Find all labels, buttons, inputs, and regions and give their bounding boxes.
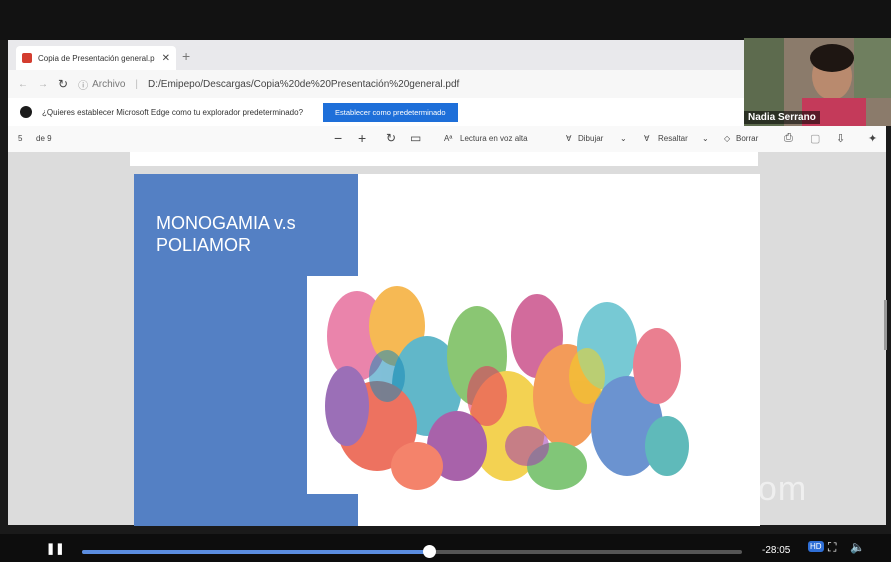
edge-icon: [20, 106, 32, 118]
previous-page-edge: [130, 152, 758, 166]
colorful-figures-illustration: [325, 286, 689, 490]
print-icon[interactable]: ⎙: [784, 132, 793, 145]
address-separator: |: [135, 78, 139, 90]
refresh-icon[interactable]: ↻: [58, 77, 68, 91]
slide-title-line1: MONOGAMIA v.s: [156, 213, 296, 233]
read-aloud-button[interactable]: Lectura en voz alta: [460, 134, 528, 143]
slide-title-line2: POLIAMOR: [156, 235, 252, 255]
fit-page-icon[interactable]: ▭: [410, 131, 421, 145]
infobar-message: ¿Quieres establecer Microsoft Edge como …: [42, 107, 304, 117]
erase-button[interactable]: Borrar: [736, 134, 758, 143]
scrollbar-thumb[interactable]: [884, 300, 887, 350]
set-default-button[interactable]: Establecer como predeterminado: [323, 102, 458, 122]
browser-tab-bar: Copia de Presentación general.p ✕ +: [8, 40, 748, 70]
draw-dropdown-icon[interactable]: ⌄: [620, 134, 627, 143]
zoom-watermark: zoom: [720, 470, 808, 508]
draw-button[interactable]: Dibujar: [578, 134, 603, 143]
time-remaining: -28:05: [762, 545, 791, 556]
page-number-input[interactable]: 5: [18, 134, 22, 143]
progress-bar[interactable]: [82, 545, 742, 558]
top-dark-bar: [0, 0, 891, 40]
address-label: Archivo: [92, 78, 126, 90]
slide-title: MONOGAMIA v.s POLIAMOR: [156, 212, 346, 256]
rotate-icon[interactable]: ↻: [386, 131, 396, 145]
tab-title: Copia de Presentación general.p: [38, 53, 155, 63]
volume-icon[interactable]: 🔈: [850, 540, 865, 554]
pin-icon[interactable]: ✦: [868, 132, 877, 145]
default-browser-infobar: ¿Quieres establecer Microsoft Edge como …: [8, 98, 748, 127]
pdf-icon: [22, 53, 32, 63]
participant-name: Nadia Serrano: [744, 111, 820, 124]
zoom-in-icon[interactable]: +: [358, 130, 366, 146]
address-bar: ← → ↻ ⓘ Archivo | D:/Emipepo/Descargas/C…: [8, 70, 748, 98]
video-player-bar: ❚❚ HD ⛶ 🔈: [0, 534, 891, 562]
page-total: de 9: [36, 134, 52, 143]
pdf-toolbar: 5 de 9 − + ↻ ▭ Aª Lectura en voz alta ∀ …: [8, 126, 886, 153]
progress-scrubber[interactable]: [422, 545, 436, 558]
participant-video[interactable]: Nadia Serrano: [744, 38, 891, 126]
progress-fill: [82, 550, 429, 554]
back-icon[interactable]: ←: [18, 79, 28, 90]
fullscreen-icon[interactable]: ⛶: [828, 540, 836, 555]
highlight-button[interactable]: Resaltar: [658, 134, 688, 143]
highlight-dropdown-icon[interactable]: ⌄: [702, 134, 709, 143]
info-icon[interactable]: ⓘ: [78, 77, 88, 92]
forward-icon[interactable]: →: [38, 79, 48, 90]
read-aloud-icon: Aª: [444, 134, 453, 143]
slide-illustration: [307, 276, 703, 494]
eraser-icon: ◇: [724, 134, 731, 143]
close-tab-icon[interactable]: ✕: [162, 53, 170, 64]
save-icon[interactable]: ▢: [810, 132, 820, 145]
address-url[interactable]: D:/Emipepo/Descargas/Copia%20de%20Presen…: [148, 79, 459, 90]
pause-icon[interactable]: ❚❚: [46, 542, 64, 555]
save-as-icon[interactable]: ⇩: [836, 132, 845, 145]
highlight-icon: ∀: [644, 134, 650, 143]
draw-icon: ∀: [566, 134, 572, 143]
zoom-out-icon[interactable]: −: [334, 130, 342, 146]
hd-badge[interactable]: HD: [808, 541, 824, 552]
new-tab-button[interactable]: +: [182, 48, 190, 64]
browser-tab[interactable]: Copia de Presentación general.p ✕: [16, 46, 176, 70]
